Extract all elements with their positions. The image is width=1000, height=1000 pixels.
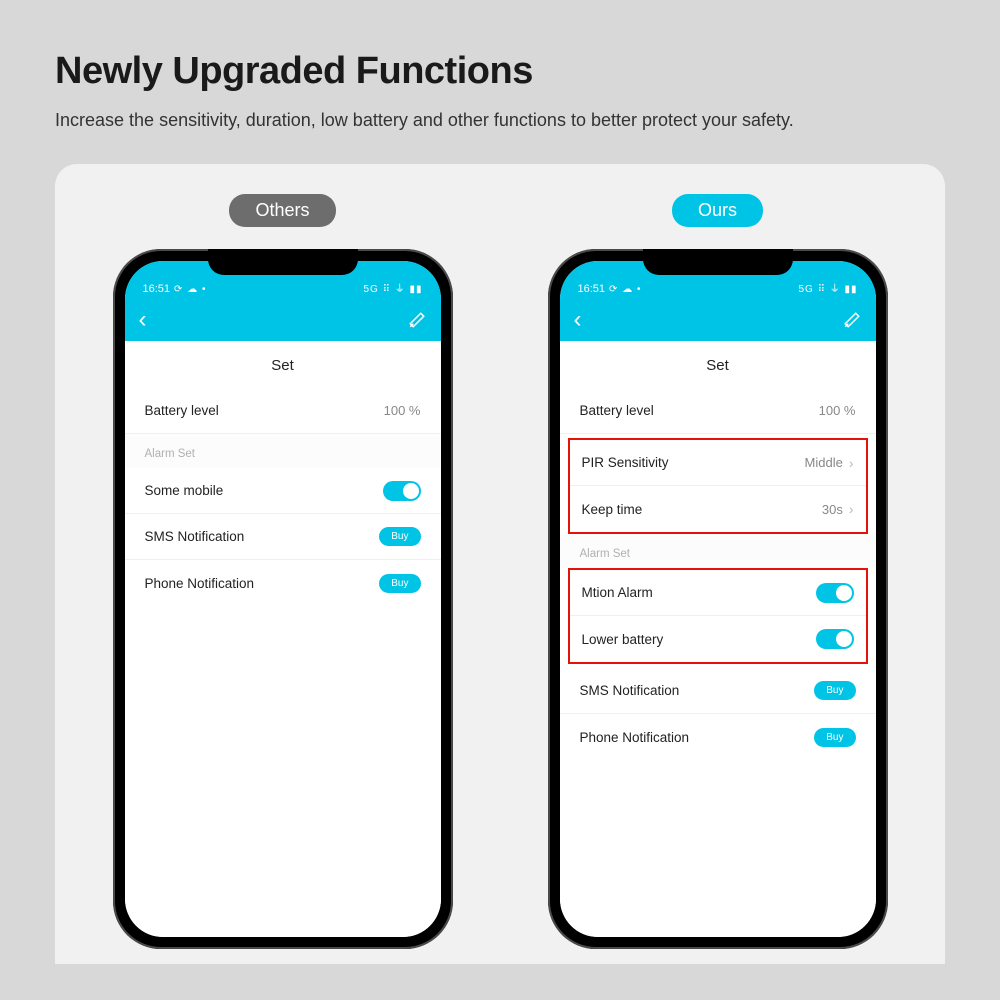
phone-screen-ours: 16:51 ⟳ ☁ • 5G ⠿ ⏚ ▮▮ ‹ [560,261,876,937]
back-icon[interactable]: ‹ [574,308,582,332]
row-lower-battery[interactable]: Lower battery [570,616,866,662]
settings-content-others: Set Battery level 100 % Alarm Set Some m… [125,341,441,937]
nav-bar: ‹ [125,299,441,341]
section-alarm-set: Alarm Set [125,434,441,468]
status-right-icons: 5G ⠿ ⏚ ▮▮ [363,280,422,295]
nav-bar: ‹ [560,299,876,341]
column-others: Others 16:51 ⟳ ☁ • 5G ⠿ ⏚ ▮▮ ‹ [95,194,470,964]
battery-label: Battery level [145,403,384,418]
battery-label: Battery level [580,403,819,418]
badge-others: Others [229,194,335,227]
page-title: Set [125,341,441,388]
section-alarm-set: Alarm Set [560,534,876,568]
pir-label: PIR Sensitivity [582,455,805,470]
status-left-icons: ⟳ ☁ • [174,284,206,295]
buy-button-sms[interactable]: Buy [814,681,855,700]
highlight-box-1: PIR Sensitivity Middle › Keep time 30s › [568,438,868,534]
row-sms-notification[interactable]: SMS Notification Buy [560,668,876,714]
toggle-lower-battery[interactable] [816,629,854,649]
edit-icon[interactable] [842,310,862,330]
edit-icon[interactable] [407,310,427,330]
highlight-box-2: Mtion Alarm Lower battery [568,568,868,664]
battery-value: 100 % [819,403,856,418]
phone-frame-others: 16:51 ⟳ ☁ • 5G ⠿ ⏚ ▮▮ ‹ [113,249,453,949]
keep-value: 30s [822,502,843,517]
row-keep-time[interactable]: Keep time 30s › [570,486,866,532]
row-motion-alarm[interactable]: Mtion Alarm [570,570,866,616]
some-mobile-label: Some mobile [145,483,383,498]
buy-button-phone[interactable]: Buy [379,574,420,593]
buy-button-sms[interactable]: Buy [379,527,420,546]
chevron-right-icon: › [849,455,854,471]
phone-notch [208,249,358,275]
page-headline: Newly Upgraded Functions [55,50,945,93]
row-phone-notification[interactable]: Phone Notification Buy [125,560,441,606]
pir-value: Middle [805,455,843,470]
buy-button-phone[interactable]: Buy [814,728,855,747]
column-ours: Ours 16:51 ⟳ ☁ • 5G ⠿ ⏚ ▮▮ ‹ [530,194,905,964]
back-icon[interactable]: ‹ [139,308,147,332]
settings-content-ours: Set Battery level 100 % PIR Sensitivity … [560,341,876,937]
phone-frame-ours: 16:51 ⟳ ☁ • 5G ⠿ ⏚ ▮▮ ‹ [548,249,888,949]
phone-label: Phone Notification [580,730,815,745]
page-title: Set [560,341,876,388]
sms-label: SMS Notification [145,529,380,544]
sms-label: SMS Notification [580,683,815,698]
motion-label: Mtion Alarm [582,585,816,600]
comparison-panel: Others 16:51 ⟳ ☁ • 5G ⠿ ⏚ ▮▮ ‹ [55,164,945,964]
row-battery: Battery level 100 % [560,388,876,434]
status-right-icons: 5G ⠿ ⏚ ▮▮ [798,280,857,295]
keep-label: Keep time [582,502,822,517]
badge-ours: Ours [672,194,763,227]
status-time: 16:51 [578,283,606,295]
status-time: 16:51 [143,283,171,295]
row-battery: Battery level 100 % [125,388,441,434]
page-subline: Increase the sensitivity, duration, low … [55,107,945,134]
phone-label: Phone Notification [145,576,380,591]
status-left-icons: ⟳ ☁ • [609,284,641,295]
chevron-right-icon: › [849,501,854,517]
phone-notch [643,249,793,275]
toggle-motion-alarm[interactable] [816,583,854,603]
phone-screen-others: 16:51 ⟳ ☁ • 5G ⠿ ⏚ ▮▮ ‹ [125,261,441,937]
toggle-some-mobile[interactable] [383,481,421,501]
row-pir-sensitivity[interactable]: PIR Sensitivity Middle › [570,440,866,486]
row-phone-notification[interactable]: Phone Notification Buy [560,714,876,760]
battery-value: 100 % [384,403,421,418]
row-sms-notification[interactable]: SMS Notification Buy [125,514,441,560]
row-some-mobile[interactable]: Some mobile [125,468,441,514]
lowbat-label: Lower battery [582,632,816,647]
